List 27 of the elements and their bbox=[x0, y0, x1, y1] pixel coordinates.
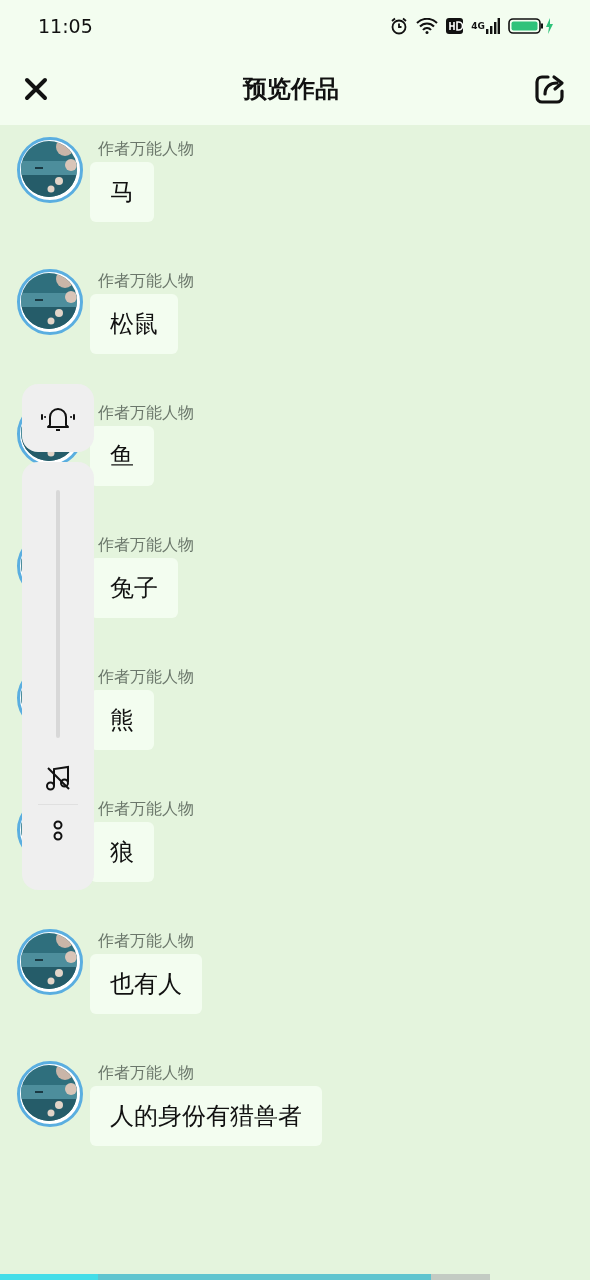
message-bubble: 也有人 bbox=[90, 954, 202, 1014]
author-name: 作者万能人物 bbox=[98, 271, 194, 292]
author-name: 作者万能人物 bbox=[98, 403, 194, 424]
alarm-icon bbox=[390, 17, 409, 35]
message-bubble: 鱼 bbox=[90, 426, 154, 486]
message-bubble: 狼 bbox=[90, 822, 154, 882]
hd-icon bbox=[446, 18, 464, 34]
author-name: 作者万能人物 bbox=[98, 799, 194, 820]
more-icon[interactable] bbox=[52, 819, 64, 843]
author-name: 作者万能人物 bbox=[98, 139, 194, 160]
author-name: 作者万能人物 bbox=[98, 667, 194, 688]
author-name: 作者万能人物 bbox=[98, 1063, 195, 1084]
network-label: 4G bbox=[471, 21, 485, 31]
status-time: 11:05 bbox=[38, 15, 93, 37]
music-off-icon bbox=[44, 764, 72, 792]
message-bubble: 松鼠 bbox=[90, 294, 178, 354]
author-name: 作者万能人物 bbox=[98, 931, 195, 952]
page-title: 预览作品 bbox=[243, 73, 339, 105]
author-name: 作者万能人物 bbox=[98, 535, 194, 556]
message-bubble: 人的身份有猎兽者 bbox=[90, 1086, 322, 1146]
signal-icon bbox=[486, 18, 500, 34]
message-bubble: 马 bbox=[90, 162, 154, 222]
ringer-menu[interactable] bbox=[22, 384, 94, 452]
close-icon bbox=[24, 76, 48, 101]
wifi-icon bbox=[416, 18, 439, 34]
share-icon bbox=[534, 72, 566, 105]
battery-icon bbox=[508, 17, 554, 35]
